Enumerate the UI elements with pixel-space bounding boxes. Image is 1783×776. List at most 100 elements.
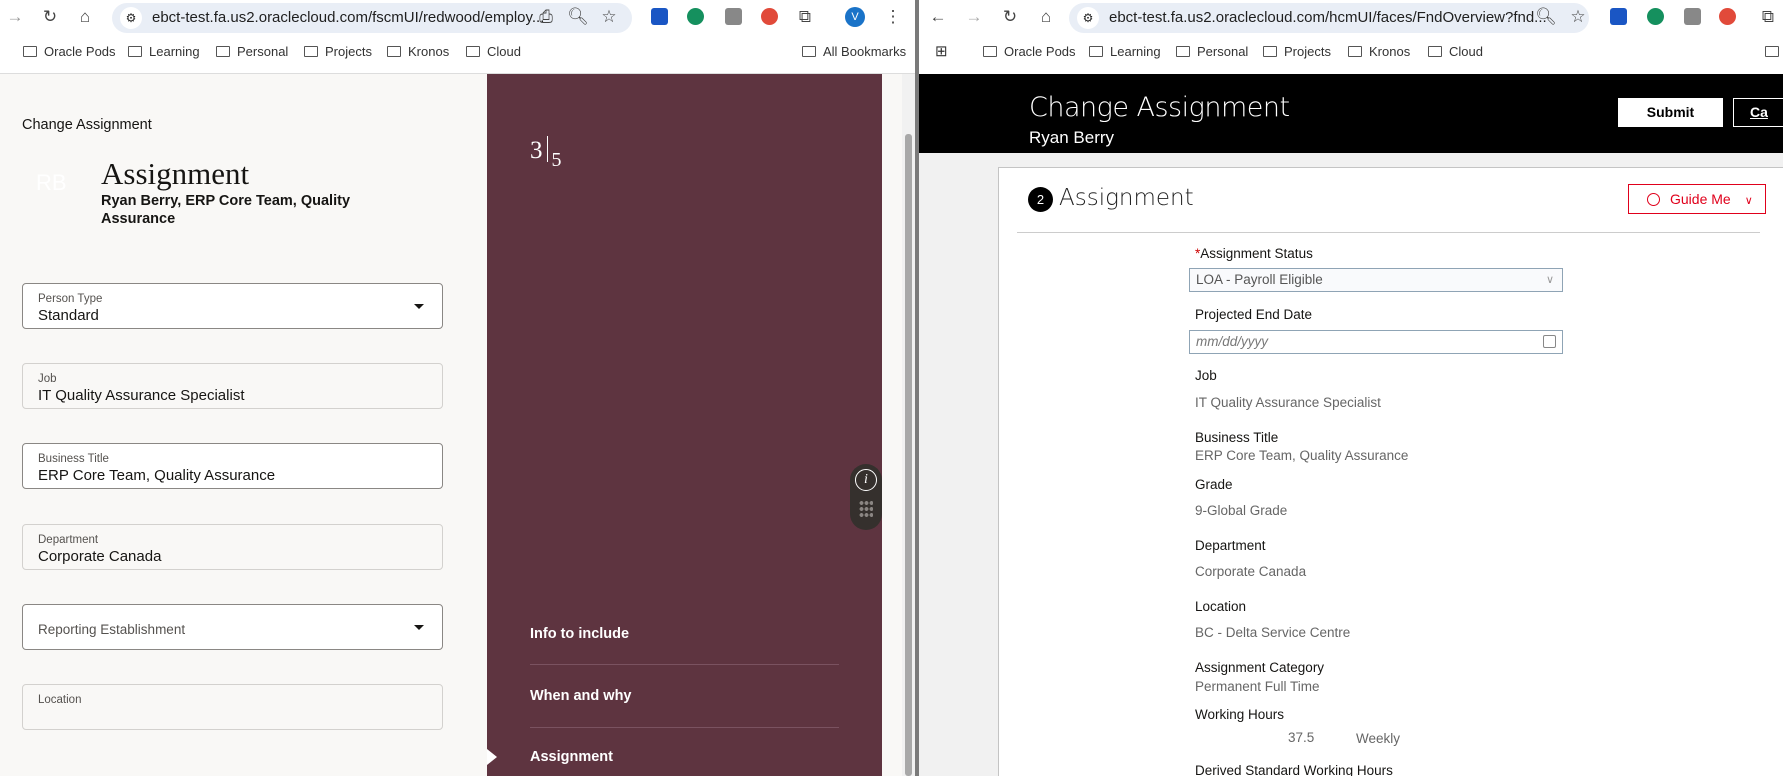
grammarly-icon[interactable] bbox=[687, 8, 704, 25]
location-field[interactable]: Location bbox=[22, 684, 443, 730]
reporting-establishment-select[interactable]: Reporting Establishment bbox=[22, 604, 443, 650]
bookmark-personal[interactable]: Personal bbox=[216, 43, 288, 61]
location-value: BC - Delta Service Centre bbox=[1195, 625, 1351, 640]
zoom-icon[interactable]: 🔍︎ bbox=[567, 7, 589, 27]
projected-end-date-label: Projected End Date bbox=[1195, 307, 1313, 322]
assignment-card bbox=[998, 167, 1783, 776]
url-text: ebct-test.fa.us2.oraclecloud.com/hcmUI/f… bbox=[1109, 9, 1547, 26]
browser-toolbar: ← → ↻ ⌂ ⚙ ebct-test.fa.us2.oraclecloud.co… bbox=[919, 0, 1783, 37]
dropdown-caret-icon bbox=[414, 304, 424, 309]
guide-me-button[interactable]: Guide Me ∨ bbox=[1628, 184, 1766, 214]
site-info-icon[interactable]: ⚙ bbox=[120, 7, 142, 29]
install-icon[interactable]: ⎙ bbox=[535, 7, 557, 27]
page-title: Assignment bbox=[101, 156, 250, 191]
assignment-category-value: Permanent Full Time bbox=[1195, 679, 1320, 694]
department-label: Department bbox=[1195, 538, 1266, 553]
home-icon[interactable]: ⌂ bbox=[74, 7, 96, 27]
drag-handle-icon[interactable] bbox=[859, 500, 873, 518]
bookmark-oracle-pods[interactable]: Oracle Pods bbox=[23, 43, 116, 61]
profile-avatar[interactable]: V bbox=[845, 7, 865, 27]
bookmark-kronos[interactable]: Kronos bbox=[387, 43, 449, 61]
forward-icon[interactable]: → bbox=[4, 7, 26, 27]
avatar: RB bbox=[36, 170, 67, 195]
business-title-label: Business Title bbox=[1195, 430, 1279, 445]
grammarly-icon[interactable] bbox=[1647, 8, 1664, 25]
grade-label: Grade bbox=[1195, 477, 1233, 492]
step-counter: 35 bbox=[530, 136, 562, 171]
scrollbar[interactable] bbox=[902, 74, 915, 776]
page-subtitle: Ryan Berry bbox=[1029, 128, 1115, 147]
breadcrumb: Change Assignment bbox=[22, 117, 152, 133]
address-bar[interactable]: ⚙ ebct-test.fa.us2.oraclecloud.com/hcmUI/… bbox=[1069, 3, 1589, 33]
home-icon[interactable]: ⌂ bbox=[1035, 7, 1057, 27]
site-info-icon[interactable]: ⚙ bbox=[1077, 7, 1099, 29]
calendar-icon[interactable] bbox=[1543, 335, 1556, 348]
bookmark-learning[interactable]: Learning bbox=[128, 43, 200, 61]
extension-icon[interactable] bbox=[1684, 8, 1701, 25]
projected-end-date-input[interactable]: mm/dd/yyyy bbox=[1189, 330, 1563, 354]
job-label: Job bbox=[1195, 368, 1217, 383]
location-label: Location bbox=[1195, 599, 1247, 614]
left-browser-window: → ↻ ⌂ ⚙ ebct-test.fa.us2.oraclecloud.com/… bbox=[0, 0, 917, 776]
right-browser-window: ← → ↻ ⌂ ⚙ ebct-test.fa.us2.oraclecloud.co… bbox=[919, 0, 1783, 776]
star-icon[interactable]: ☆ bbox=[1567, 7, 1589, 27]
forward-icon[interactable]: → bbox=[963, 7, 985, 27]
section-divider bbox=[1017, 232, 1760, 233]
chevron-down-icon: ∨ bbox=[1744, 195, 1753, 207]
guidance-panel bbox=[487, 74, 882, 776]
star-icon[interactable]: ☆ bbox=[598, 7, 620, 27]
bookmark-oracle-pods[interactable]: Oracle Pods bbox=[983, 43, 1076, 61]
bookmark-learning[interactable]: Learning bbox=[1089, 43, 1161, 61]
current-step-indicator-icon bbox=[487, 749, 497, 765]
section-number-badge: 2 bbox=[1028, 187, 1053, 212]
divider bbox=[530, 727, 839, 728]
bookmark-cloud[interactable]: Cloud bbox=[466, 43, 521, 61]
menu-icon[interactable]: ⋮ bbox=[882, 7, 904, 27]
help-widget[interactable]: i bbox=[850, 464, 882, 530]
extension-icon[interactable] bbox=[1719, 8, 1736, 25]
reload-icon[interactable]: ↻ bbox=[39, 7, 61, 27]
page-title: Change Assignment bbox=[1029, 92, 1290, 123]
apps-icon[interactable]: ⊞ bbox=[935, 43, 948, 61]
extension-icon[interactable] bbox=[725, 8, 742, 25]
reload-icon[interactable]: ↻ bbox=[999, 7, 1021, 27]
chevron-down-icon: ∨ bbox=[1545, 274, 1554, 286]
working-hours-frequency: Weekly bbox=[1356, 731, 1401, 746]
bookmark-projects[interactable]: Projects bbox=[304, 43, 372, 61]
bookmark-personal[interactable]: Personal bbox=[1176, 43, 1248, 61]
business-title-value: ERP Core Team, Quality Assurance bbox=[1195, 448, 1409, 463]
grade-value: 9-Global Grade bbox=[1195, 503, 1288, 518]
browser-toolbar: → ↻ ⌂ ⚙ ebct-test.fa.us2.oraclecloud.com/… bbox=[0, 0, 917, 37]
extensions-puzzle-icon[interactable]: ⧉ bbox=[794, 7, 816, 27]
job-value: IT Quality Assurance Specialist bbox=[1195, 395, 1381, 410]
department-value: Corporate Canada bbox=[1195, 564, 1307, 579]
section-title: Assignment bbox=[1059, 185, 1194, 211]
extensions-puzzle-icon[interactable]: ⧉ bbox=[1757, 7, 1779, 27]
step-info-to-include[interactable]: Info to include bbox=[530, 626, 629, 642]
extension-icon[interactable] bbox=[1610, 8, 1627, 25]
person-type-select[interactable]: Person Type Standard bbox=[22, 283, 443, 329]
derived-working-hours-label: Derived Standard Working Hours bbox=[1195, 763, 1393, 776]
assignment-status-label: *Assignment Status bbox=[1195, 246, 1313, 261]
bookmark-cloud[interactable]: Cloud bbox=[1428, 43, 1483, 61]
dropdown-caret-icon bbox=[414, 625, 424, 630]
cancel-button[interactable]: Ca bbox=[1733, 98, 1783, 127]
department-field[interactable]: Department Corporate Canada bbox=[22, 524, 443, 570]
assignment-category-label: Assignment Category bbox=[1195, 660, 1325, 675]
step-assignment[interactable]: Assignment bbox=[530, 749, 613, 765]
all-bookmarks[interactable]: All Bookmarks bbox=[802, 43, 906, 61]
back-icon[interactable]: ← bbox=[927, 7, 949, 27]
bookmark-kronos[interactable]: Kronos bbox=[1348, 43, 1410, 61]
job-field[interactable]: Job IT Quality Assurance Specialist bbox=[22, 363, 443, 409]
working-hours-value: 37.5 bbox=[1288, 730, 1315, 745]
zoom-icon[interactable]: 🔍︎ bbox=[1535, 7, 1557, 27]
info-icon[interactable]: i bbox=[855, 469, 877, 491]
extension-icon[interactable] bbox=[651, 8, 668, 25]
submit-button[interactable]: Submit bbox=[1618, 98, 1723, 127]
assignment-status-select[interactable]: LOA - Payroll Eligible ∨ bbox=[1189, 268, 1563, 292]
extension-icon[interactable] bbox=[761, 8, 778, 25]
step-when-and-why[interactable]: When and why bbox=[530, 688, 632, 704]
business-title-input[interactable]: Business Title ERP Core Team, Quality Ass… bbox=[22, 443, 443, 489]
bookmark-projects[interactable]: Projects bbox=[1263, 43, 1331, 61]
all-bookmarks-folder-icon[interactable] bbox=[1765, 43, 1783, 61]
